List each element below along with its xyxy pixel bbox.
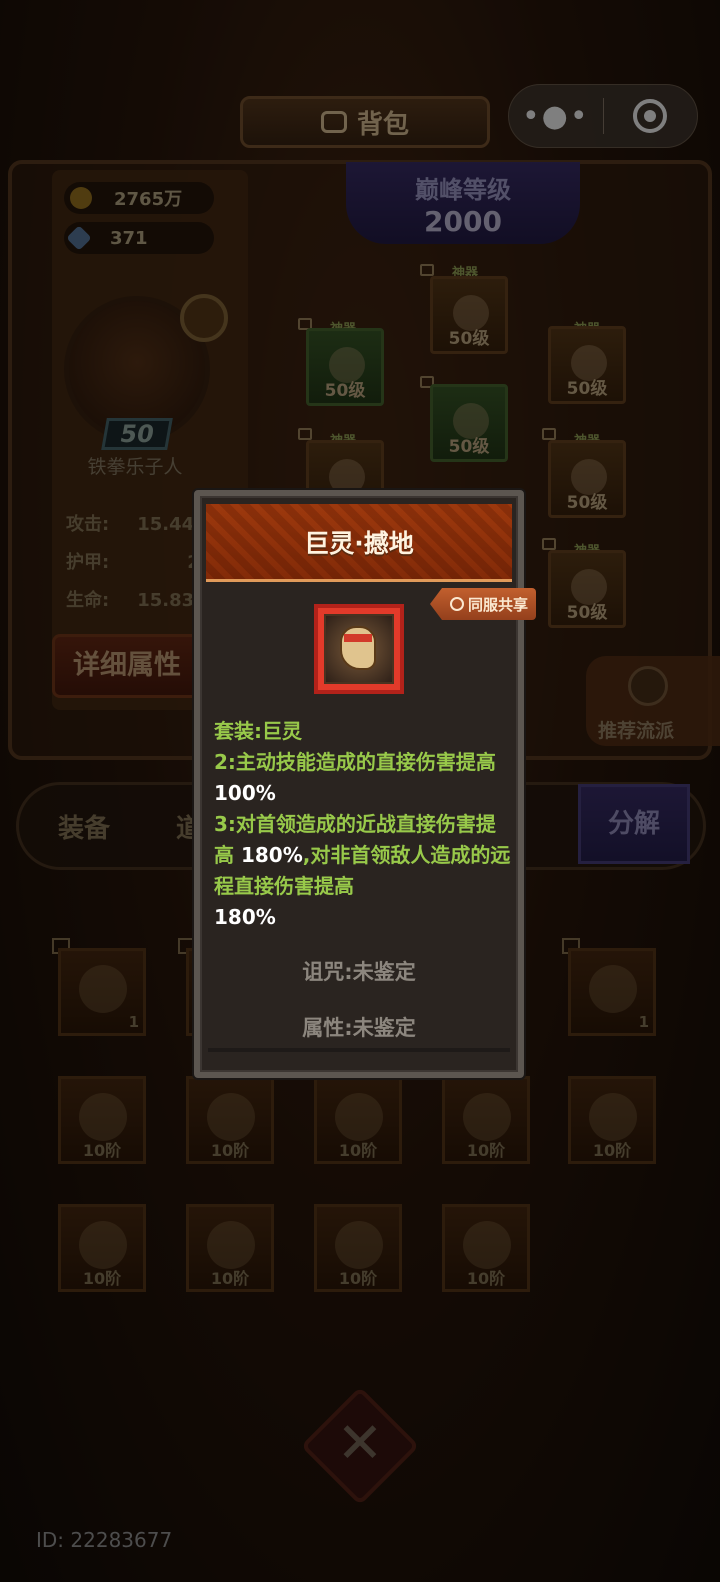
set-bonus-description: 套装:巨灵 2:主动技能造成的直接伤害提高 100% 3:对首领造成的近战直接伤… — [214, 716, 514, 933]
curse-status: 诅咒:未鉴定 — [302, 960, 416, 984]
set-bonus-2: 2:主动技能造成的直接伤害提高 100% — [214, 750, 496, 805]
share-label: 同服共享 — [467, 595, 528, 614]
share-server-button[interactable]: 同服共享 — [430, 588, 536, 620]
arm-icon — [324, 614, 394, 684]
share-icon — [449, 597, 464, 611]
popup-divider — [208, 1048, 510, 1052]
set-bonus-3: 3:对首领造成的近战直接伤害提高 180%,对非首领敌人造成的远程直接伤害提高 1… — [214, 812, 511, 929]
item-icon-frame — [314, 604, 404, 694]
set-name: 套装:巨灵 — [214, 719, 302, 743]
popup-header: 巨灵·撼地 — [206, 504, 512, 582]
attribute-status: 属性:未鉴定 — [302, 1016, 416, 1040]
item-name: 巨灵·撼地 — [304, 528, 414, 558]
item-detail-popup: 巨灵·撼地 同服共享 套装:巨灵 2:主动技能造成的直接伤害提高 100% 3:… — [194, 490, 536, 1078]
